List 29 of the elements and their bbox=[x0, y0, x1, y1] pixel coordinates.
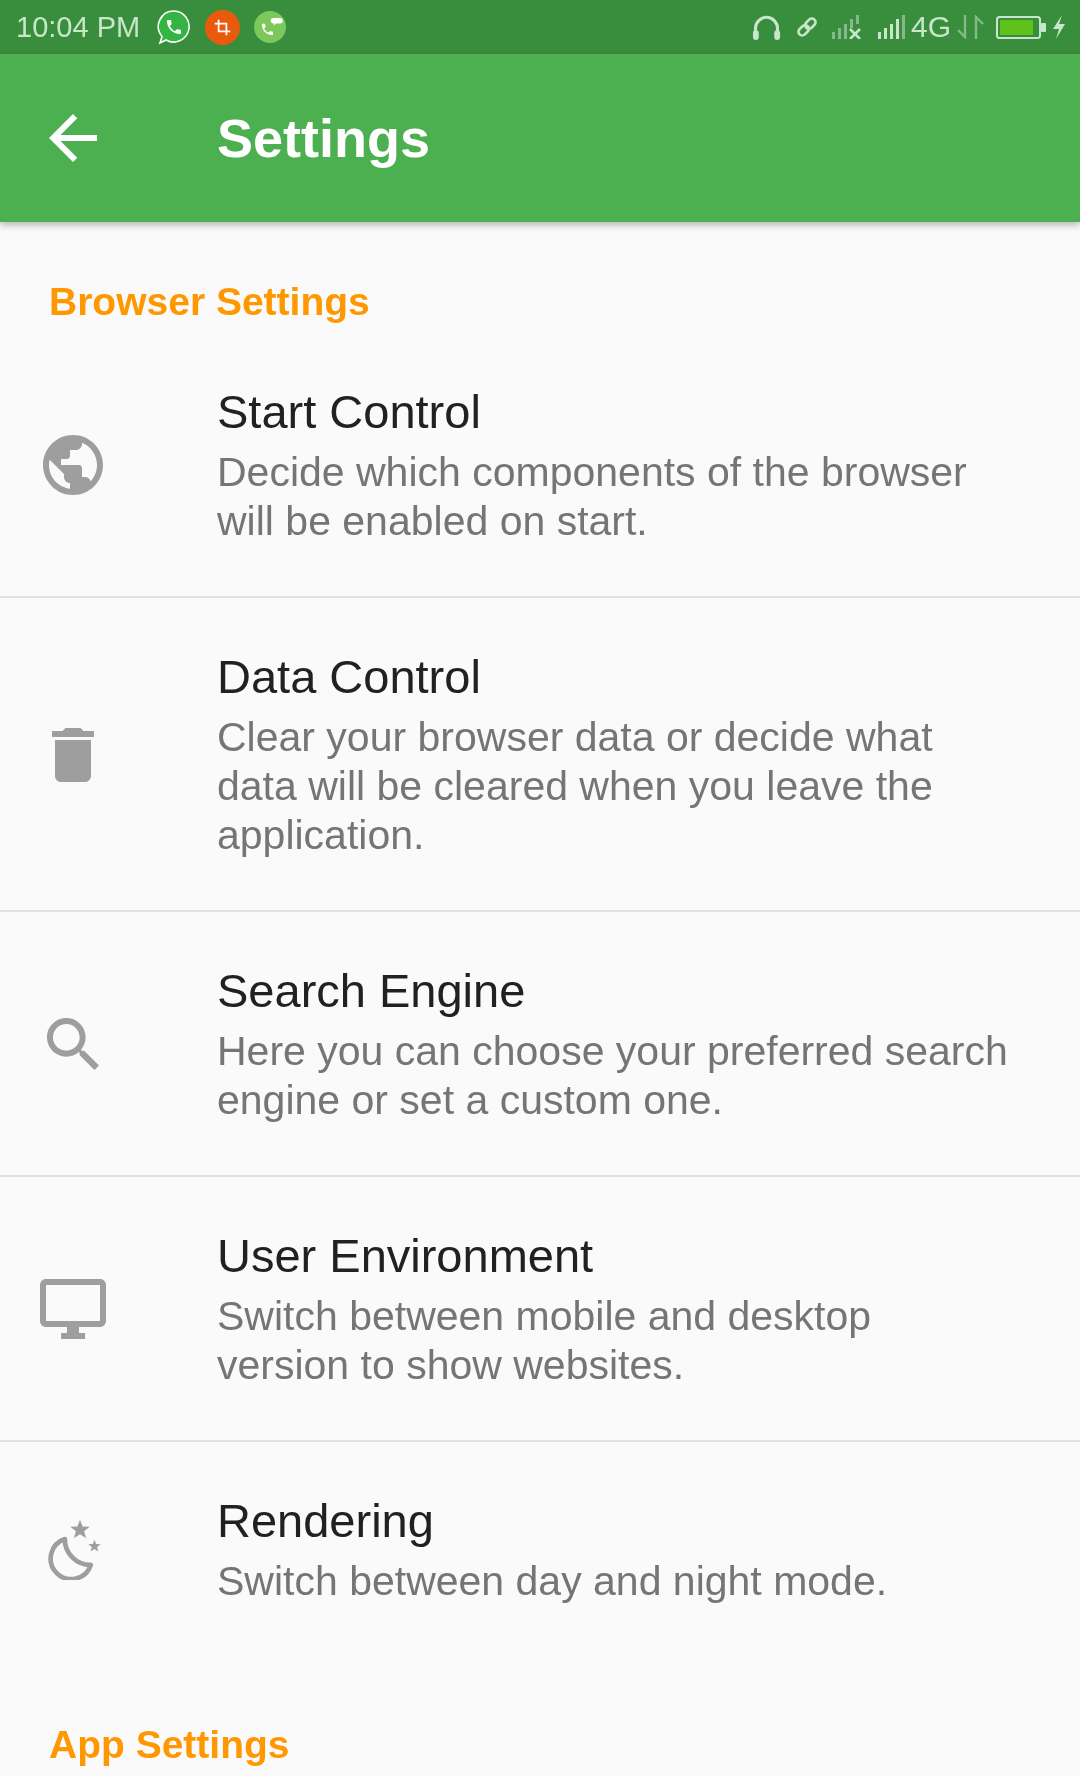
setting-title: Data Control bbox=[217, 649, 481, 705]
setting-description: Here you can choose your preferred search engine or set a custom one. bbox=[217, 1027, 1009, 1125]
no-signal-icon bbox=[831, 15, 861, 39]
network-type: 4G bbox=[910, 10, 951, 44]
setting-description: Switch between day and night mode. bbox=[217, 1557, 888, 1606]
moon-stars-icon bbox=[45, 1519, 101, 1580]
setting-title: Search Engine bbox=[217, 963, 526, 1019]
globe-icon bbox=[43, 435, 103, 495]
setting-description: Clear your browser data or decide what data will be cleared when you leave the application. bbox=[217, 713, 934, 860]
setting-title: Start Control bbox=[217, 384, 481, 440]
chat-phone-icon bbox=[156, 9, 193, 45]
chat-phone-icon bbox=[254, 11, 287, 43]
status-time: 10:04 PM bbox=[16, 10, 141, 44]
setting-description: Decide which components of the browser will be enabled on start. bbox=[217, 448, 968, 546]
headphones-icon bbox=[750, 14, 782, 40]
setting-title: Rendering bbox=[217, 1493, 434, 1549]
crop-icon bbox=[205, 9, 241, 45]
arrow-left-icon bbox=[49, 114, 97, 162]
charging-bolt-icon bbox=[1052, 15, 1066, 39]
trash-icon bbox=[52, 727, 94, 782]
signal-icon bbox=[877, 15, 905, 39]
section-header: Browser Settings bbox=[49, 280, 370, 323]
search-icon bbox=[47, 1018, 99, 1070]
section-header: App Settings bbox=[49, 1723, 290, 1766]
page-title: Settings bbox=[217, 107, 431, 169]
monitor-icon bbox=[40, 1279, 106, 1339]
battery-icon bbox=[996, 15, 1046, 39]
setting-description: Switch between mobile and desktop version to show websites. bbox=[217, 1292, 873, 1390]
setting-title: User Environment bbox=[217, 1228, 594, 1284]
